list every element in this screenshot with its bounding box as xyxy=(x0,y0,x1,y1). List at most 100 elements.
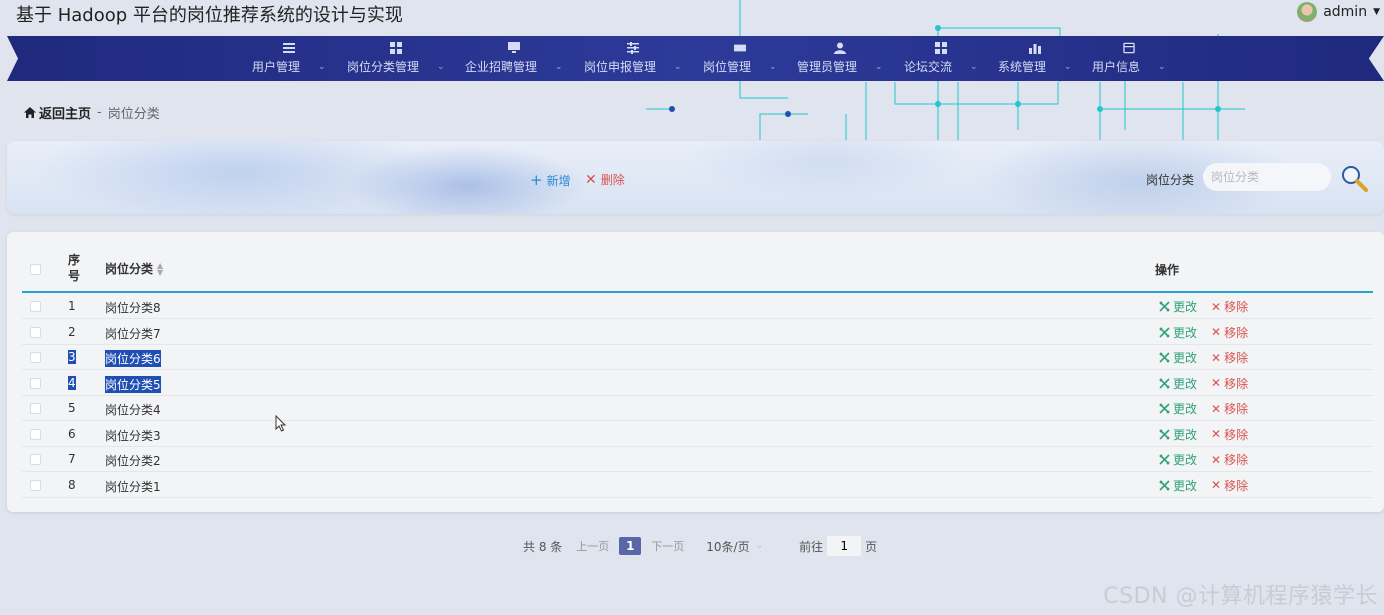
remove-button[interactable]: ✕ 移除 xyxy=(1211,324,1248,341)
row-index: 7 xyxy=(68,452,76,466)
breadcrumb-current: 岗位分类 xyxy=(107,107,160,122)
row-checkbox[interactable] xyxy=(30,479,41,491)
table-row[interactable]: 2 岗位分类7 更改 ✕ 移除 xyxy=(22,319,1373,345)
pagination: 共 8 条 上一页 1 下一页 10条/页 ⌄ 前往 页 xyxy=(523,536,878,556)
table-row[interactable]: 7 岗位分类2 更改 ✕ 移除 xyxy=(22,446,1373,472)
remove-button-label: 移除 xyxy=(1224,402,1249,416)
column-header-name[interactable]: 岗位分类 ▲ ▼ xyxy=(105,260,163,277)
tools-icon xyxy=(1159,352,1170,363)
next-page-button[interactable]: 下一页 xyxy=(651,538,684,554)
chevron-down-icon: ⌄ xyxy=(755,541,764,551)
remove-button-label: 移除 xyxy=(1224,300,1249,314)
edit-button[interactable]: 更改 xyxy=(1159,349,1197,366)
remove-button[interactable]: ✕ 移除 xyxy=(1211,477,1248,494)
row-category-name: 岗位分类4 xyxy=(105,403,161,417)
delete-button-label: 删除 xyxy=(600,173,625,187)
select-all-checkbox[interactable] xyxy=(30,264,41,275)
tools-icon xyxy=(1159,454,1170,465)
tools-icon xyxy=(1159,428,1170,440)
search-input[interactable] xyxy=(1203,163,1331,191)
user-menu[interactable]: admin ▼ xyxy=(1297,0,1380,24)
edit-button[interactable]: 更改 xyxy=(1159,426,1197,443)
page-number-current[interactable]: 1 xyxy=(619,537,642,555)
edit-button[interactable]: 更改 xyxy=(1159,400,1197,417)
nav-label: 用户信息 xyxy=(1092,60,1141,74)
nav-item-job-management[interactable]: 岗位管理 ⌄ xyxy=(703,42,777,78)
remove-button[interactable]: ✕ 移除 xyxy=(1211,451,1248,468)
sort-icon: ▲ ▼ xyxy=(157,260,164,277)
tools-icon xyxy=(1159,479,1170,491)
toolbar-panel: + 新增 ✕ 删除 岗位分类 xyxy=(7,141,1384,214)
edit-button-label: 更改 xyxy=(1173,478,1198,493)
column-header-actions: 操作 xyxy=(1155,263,1180,277)
goto-page-input[interactable] xyxy=(827,536,862,556)
ticket-icon xyxy=(733,42,746,54)
user-name: admin xyxy=(1323,4,1368,20)
list-icon xyxy=(282,42,295,54)
edit-button[interactable]: 更改 xyxy=(1159,451,1197,468)
nav-item-user-info[interactable]: 用户信息 ⌄ xyxy=(1092,42,1166,78)
prev-page-button[interactable]: 上一页 xyxy=(576,538,609,554)
edit-button[interactable]: 更改 xyxy=(1159,375,1197,392)
nav-item-recruitment[interactable]: 企业招聘管理 ⌄ xyxy=(465,42,563,78)
grid-icon xyxy=(389,42,402,54)
row-index: 5 xyxy=(68,401,76,415)
add-button[interactable]: + 新增 xyxy=(530,171,571,189)
close-icon: ✕ xyxy=(1211,350,1222,365)
nav-item-user-management[interactable]: 用户管理 ⌄ xyxy=(252,42,326,78)
nav-item-admin-management[interactable]: 管理员管理 ⌄ xyxy=(797,42,883,78)
row-category-name: 岗位分类7 xyxy=(105,326,161,341)
main-nav: 用户管理 ⌄ 岗位分类管理 ⌄ 企业招聘管理 ⌄ 岗位申报管理 ⌄ 岗位管理 ⌄ 管理员管… xyxy=(7,36,1384,81)
search-label: 岗位分类 xyxy=(1146,173,1195,187)
search-button[interactable] xyxy=(1340,164,1368,192)
grid-icon xyxy=(934,42,947,54)
data-table: 序号 岗位分类 ▲ ▼ 操作 1 岗位分类8 更改 ✕ 移除 2 岗位分类7 更改 ✕ 移除 3 岗位分… xyxy=(7,232,1384,512)
page-size-select[interactable]: 10条/页 ⌄ xyxy=(706,538,763,555)
row-checkbox[interactable] xyxy=(30,352,41,363)
remove-button[interactable]: ✕ 移除 xyxy=(1211,375,1248,392)
remove-button[interactable]: ✕ 移除 xyxy=(1211,349,1248,366)
remove-button[interactable]: ✕ 移除 xyxy=(1211,426,1248,443)
nav-label: 岗位申报管理 xyxy=(584,60,657,74)
breadcrumb-home-link[interactable]: 返回主页 xyxy=(24,103,91,122)
goto-prefix: 前往 xyxy=(799,539,824,554)
row-checkbox[interactable] xyxy=(30,403,41,414)
table-row[interactable]: 4 岗位分类5 更改 ✕ 移除 xyxy=(22,370,1373,396)
table-row[interactable]: 3 岗位分类6 更改 ✕ 移除 xyxy=(22,344,1373,370)
remove-button[interactable]: ✕ 移除 xyxy=(1211,400,1248,417)
nav-label: 岗位分类管理 xyxy=(347,60,420,74)
row-checkbox[interactable] xyxy=(30,377,41,389)
edit-button-label: 更改 xyxy=(1173,325,1198,340)
row-checkbox[interactable] xyxy=(30,326,41,338)
delete-button[interactable]: ✕ 删除 xyxy=(585,171,625,188)
row-checkbox[interactable] xyxy=(30,454,41,465)
nav-label: 系统管理 xyxy=(998,60,1047,74)
table-row[interactable]: 6 岗位分类3 更改 ✕ 移除 xyxy=(22,421,1373,447)
nav-item-forum[interactable]: 论坛交流 ⌄ xyxy=(904,42,978,78)
row-checkbox[interactable] xyxy=(30,428,41,440)
home-icon xyxy=(24,107,36,118)
close-icon: ✕ xyxy=(1211,478,1222,492)
table-row[interactable]: 1 岗位分类8 更改 ✕ 移除 xyxy=(22,293,1373,319)
edit-button-label: 更改 xyxy=(1173,427,1198,442)
remove-button-label: 移除 xyxy=(1224,478,1249,493)
goto-suffix: 页 xyxy=(865,539,878,554)
edit-button[interactable]: 更改 xyxy=(1159,298,1197,315)
row-checkbox[interactable] xyxy=(30,301,41,312)
remove-button-label: 移除 xyxy=(1224,376,1249,391)
table-row[interactable]: 5 岗位分类4 更改 ✕ 移除 xyxy=(22,395,1373,421)
tools-icon xyxy=(1159,301,1170,312)
watermark: CSDN @计算机程序猿学长 xyxy=(1103,584,1378,609)
breadcrumb-separator: - xyxy=(97,105,102,120)
remove-button[interactable]: ✕ 移除 xyxy=(1211,298,1248,315)
close-icon: ✕ xyxy=(1211,376,1222,390)
edit-button[interactable]: 更改 xyxy=(1159,324,1197,341)
edit-button[interactable]: 更改 xyxy=(1159,477,1197,494)
breadcrumb: 返回主页 - 岗位分类 xyxy=(24,103,160,122)
nav-item-system[interactable]: 系统管理 ⌄ xyxy=(998,42,1072,78)
table-row[interactable]: 8 岗位分类1 更改 ✕ 移除 xyxy=(22,472,1373,498)
nav-item-job-category[interactable]: 岗位分类管理 ⌄ xyxy=(347,42,445,78)
remove-button-label: 移除 xyxy=(1224,453,1249,467)
nav-label: 企业招聘管理 xyxy=(465,60,538,74)
nav-item-job-application[interactable]: 岗位申报管理 ⌄ xyxy=(584,42,682,78)
